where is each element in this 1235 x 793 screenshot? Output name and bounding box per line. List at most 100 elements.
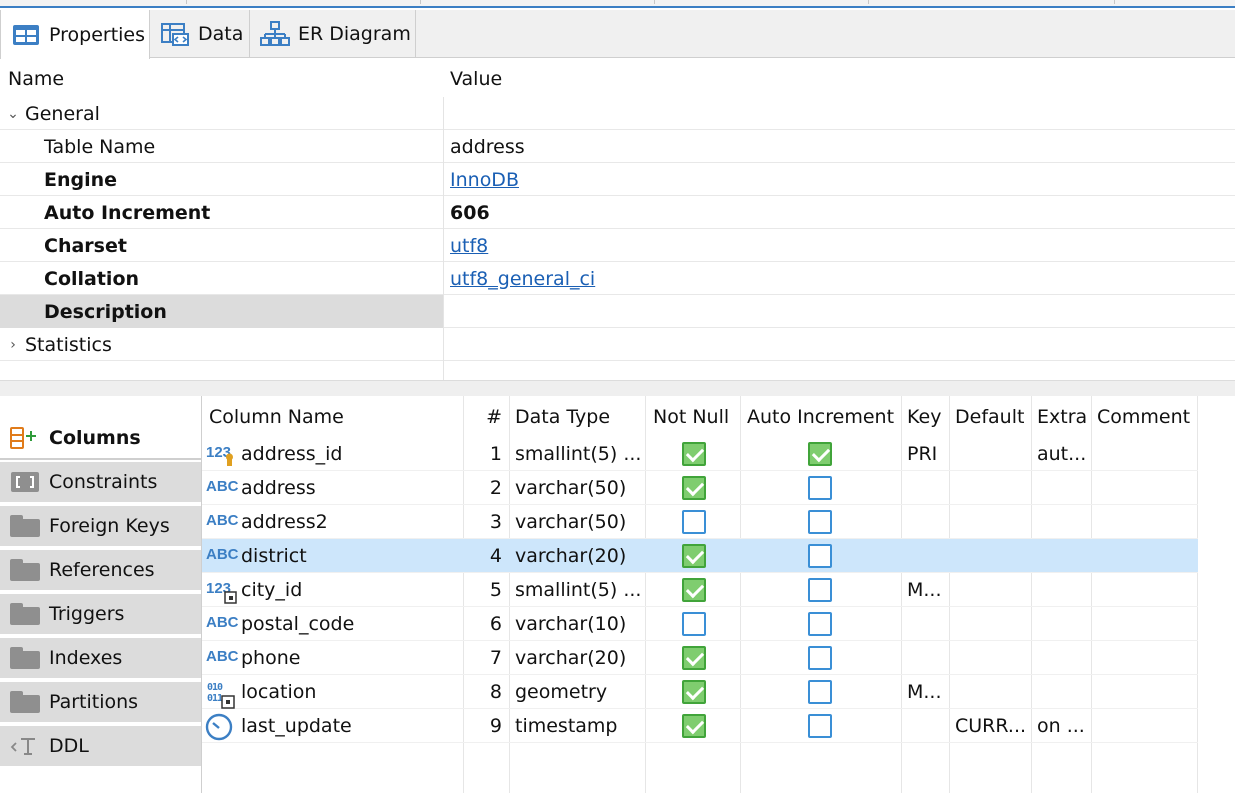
collation-link[interactable]: utf8_general_ci bbox=[450, 268, 595, 290]
header-auto-increment[interactable]: Auto Increment bbox=[747, 396, 899, 438]
auto-increment-checkbox[interactable] bbox=[808, 612, 832, 636]
comment-cell[interactable] bbox=[1097, 505, 1195, 539]
data-type-cell[interactable]: varchar(20) bbox=[515, 641, 643, 675]
data-type-cell[interactable]: geometry bbox=[515, 675, 643, 709]
property-row[interactable]: Description bbox=[0, 295, 1235, 328]
not-null-cell[interactable] bbox=[682, 607, 712, 641]
extra-cell[interactable] bbox=[1037, 641, 1089, 675]
property-value[interactable]: address bbox=[450, 130, 525, 163]
not-null-checkbox[interactable] bbox=[682, 612, 706, 636]
not-null-cell[interactable] bbox=[682, 675, 712, 709]
comment-cell[interactable] bbox=[1097, 709, 1195, 743]
column-name-cell[interactable]: ABC phone bbox=[205, 641, 460, 675]
header-data-type[interactable]: Data Type bbox=[515, 396, 643, 438]
key-cell[interactable] bbox=[907, 539, 947, 573]
header-not-null[interactable]: Not Null bbox=[653, 396, 739, 438]
side-tab-triggers[interactable]: Triggers bbox=[0, 594, 202, 636]
auto-increment-checkbox[interactable] bbox=[808, 646, 832, 670]
extra-cell[interactable]: on ... bbox=[1037, 709, 1089, 743]
chevron-right-icon[interactable]: › bbox=[4, 337, 22, 353]
table-row[interactable]: ABC address 2 varchar(50) bbox=[202, 471, 1198, 505]
default-cell[interactable]: CURR... bbox=[955, 709, 1029, 743]
column-name-cell[interactable]: ABC address bbox=[205, 471, 460, 505]
not-null-cell[interactable] bbox=[682, 641, 712, 675]
comment-cell[interactable] bbox=[1097, 471, 1195, 505]
auto-increment-cell[interactable] bbox=[808, 539, 838, 573]
auto-increment-cell[interactable] bbox=[808, 675, 838, 709]
default-cell[interactable] bbox=[955, 675, 1029, 709]
default-cell[interactable] bbox=[955, 641, 1029, 675]
auto-increment-cell[interactable] bbox=[808, 641, 838, 675]
side-tab-columns[interactable]: Columns bbox=[0, 418, 202, 460]
default-cell[interactable] bbox=[955, 471, 1029, 505]
auto-increment-checkbox[interactable] bbox=[808, 714, 832, 738]
side-tab-foreign-keys[interactable]: Foreign Keys bbox=[0, 506, 202, 548]
extra-cell[interactable] bbox=[1037, 539, 1089, 573]
key-cell[interactable] bbox=[907, 607, 947, 641]
property-row[interactable]: Auto Increment 606 bbox=[0, 196, 1235, 229]
charset-link[interactable]: utf8 bbox=[450, 235, 488, 257]
key-cell[interactable] bbox=[907, 709, 947, 743]
key-cell[interactable] bbox=[907, 505, 947, 539]
table-row[interactable]: 123 city_id 5 smallint(5) ... M... bbox=[202, 573, 1198, 607]
column-name-cell[interactable]: 010 011 location bbox=[205, 675, 460, 709]
comment-cell[interactable] bbox=[1097, 437, 1195, 471]
default-cell[interactable] bbox=[955, 437, 1029, 471]
data-type-cell[interactable]: varchar(20) bbox=[515, 539, 643, 573]
auto-increment-cell[interactable] bbox=[808, 709, 838, 743]
comment-cell[interactable] bbox=[1097, 641, 1195, 675]
data-type-cell[interactable]: smallint(5) ... bbox=[515, 437, 643, 471]
comment-cell[interactable] bbox=[1097, 573, 1195, 607]
key-cell[interactable]: M... bbox=[907, 675, 947, 709]
not-null-checkbox[interactable] bbox=[682, 680, 706, 704]
key-cell[interactable]: PRI bbox=[907, 437, 947, 471]
column-name-cell[interactable]: ABC district bbox=[205, 539, 460, 573]
header-column-name[interactable]: Column Name bbox=[209, 396, 459, 438]
auto-increment-checkbox[interactable] bbox=[808, 578, 832, 602]
comment-cell[interactable] bbox=[1097, 539, 1195, 573]
auto-increment-checkbox[interactable] bbox=[808, 510, 832, 534]
header-default[interactable]: Default bbox=[955, 396, 1029, 438]
tab-data[interactable]: Data bbox=[150, 10, 250, 58]
data-type-cell[interactable]: timestamp bbox=[515, 709, 643, 743]
column-name-cell[interactable]: ABC postal_code bbox=[205, 607, 460, 641]
key-cell[interactable]: M... bbox=[907, 573, 947, 607]
panel-splitter[interactable] bbox=[0, 380, 1235, 396]
table-row[interactable]: 123 address_id 1 smallint(5) ... PRI aut... bbox=[202, 437, 1198, 471]
column-name-cell[interactable]: 123 address_id bbox=[205, 437, 460, 471]
extra-cell[interactable] bbox=[1037, 505, 1089, 539]
default-cell[interactable] bbox=[955, 573, 1029, 607]
not-null-cell[interactable] bbox=[682, 437, 712, 471]
auto-increment-checkbox[interactable] bbox=[808, 442, 832, 466]
comment-cell[interactable] bbox=[1097, 607, 1195, 641]
tab-er-diagram[interactable]: ER Diagram bbox=[250, 10, 416, 58]
property-row[interactable]: Table Name address bbox=[0, 130, 1235, 163]
header-ordinal[interactable]: # bbox=[464, 396, 502, 438]
not-null-checkbox[interactable] bbox=[682, 476, 706, 500]
table-row[interactable]: ABC postal_code 6 varchar(10) bbox=[202, 607, 1198, 641]
not-null-cell[interactable] bbox=[682, 471, 712, 505]
table-row[interactable]: ABC address2 3 varchar(50) bbox=[202, 505, 1198, 539]
table-row[interactable]: ABC phone 7 varchar(20) bbox=[202, 641, 1198, 675]
extra-cell[interactable] bbox=[1037, 471, 1089, 505]
side-tab-ddl[interactable]: DDL bbox=[0, 726, 202, 768]
extra-cell[interactable] bbox=[1037, 607, 1089, 641]
not-null-checkbox[interactable] bbox=[682, 578, 706, 602]
not-null-checkbox[interactable] bbox=[682, 544, 706, 568]
header-comment[interactable]: Comment bbox=[1097, 396, 1195, 438]
column-name-cell[interactable]: last_update bbox=[205, 709, 460, 743]
group-statistics[interactable]: › Statistics bbox=[0, 328, 1235, 361]
group-general[interactable]: ⌄ General bbox=[0, 97, 1235, 130]
data-type-cell[interactable]: varchar(50) bbox=[515, 505, 643, 539]
table-row[interactable]: 010 011 location 8 geometry M... bbox=[202, 675, 1198, 709]
not-null-cell[interactable] bbox=[682, 709, 712, 743]
property-row[interactable]: Engine InnoDB bbox=[0, 163, 1235, 196]
extra-cell[interactable] bbox=[1037, 675, 1089, 709]
not-null-cell[interactable] bbox=[682, 539, 712, 573]
column-name-cell[interactable]: 123 city_id bbox=[205, 573, 460, 607]
property-row[interactable]: Charset utf8 bbox=[0, 229, 1235, 262]
default-cell[interactable] bbox=[955, 539, 1029, 573]
not-null-checkbox[interactable] bbox=[682, 510, 706, 534]
property-value[interactable]: 606 bbox=[450, 196, 490, 229]
data-type-cell[interactable]: smallint(5) ... bbox=[515, 573, 643, 607]
